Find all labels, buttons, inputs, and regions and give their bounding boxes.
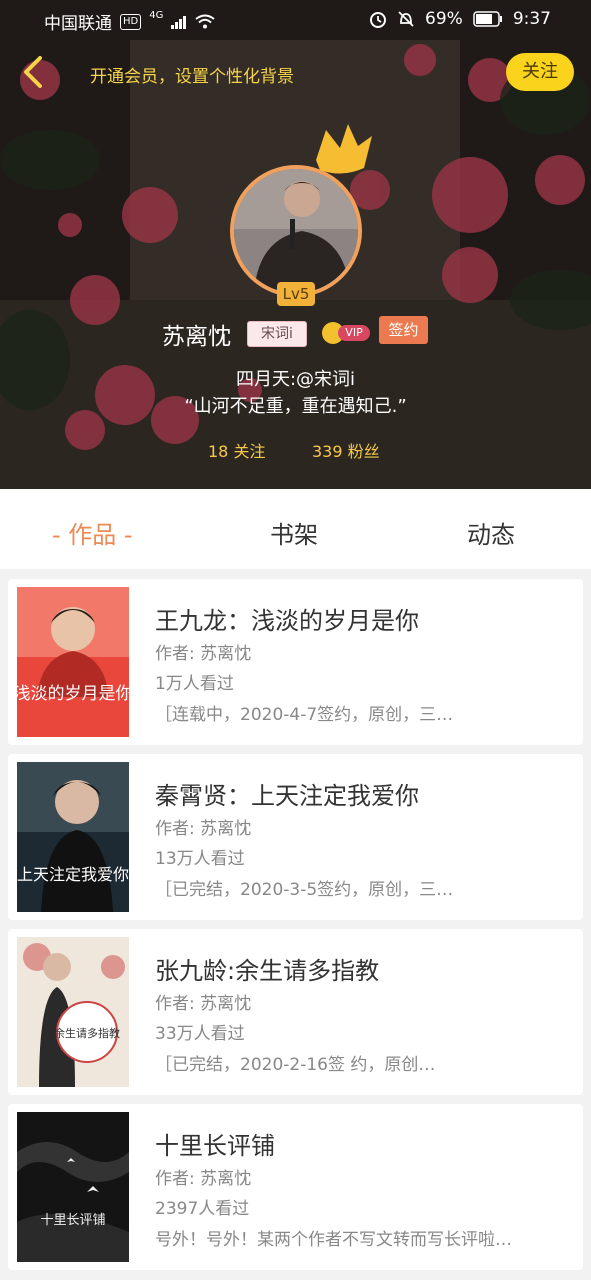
list-item[interactable]: 余生请多指教 张九龄:余生请多指教 作者: 苏离忱 33万人看过 ［已完结，20… — [8, 929, 583, 1095]
vip-background-tip[interactable]: 开通会员，设置个性化背景 — [90, 62, 294, 87]
mute-icon — [398, 11, 414, 27]
cover-title: 余生请多指教 — [54, 1026, 120, 1040]
profile-header: 中国联通 HD 4G 69% 9:37 开通会员，设置个性化背景 关注 Lv5 … — [0, 0, 591, 489]
status-bar: 中国联通 HD 4G 69% 9:37 — [0, 0, 591, 40]
tab-bookshelf[interactable]: 书架 — [270, 515, 318, 550]
follow-button[interactable]: 关注 — [506, 53, 574, 91]
cover-title: 浅淡的岁月是你 — [17, 684, 129, 704]
signed-badge: 签约 — [379, 316, 428, 344]
book-title: 王九龙：浅淡的岁月是你 — [155, 607, 419, 635]
cover-title: 十里长评铺 — [40, 1213, 105, 1228]
book-views: 2397人看过 — [155, 1199, 250, 1219]
crown-icon — [316, 124, 372, 174]
back-button[interactable] — [16, 52, 52, 92]
book-author: 作者: 苏离忱 — [155, 994, 252, 1014]
carrier-label: 中国联通 — [44, 14, 112, 34]
book-cover: 上天注定我爱你 — [17, 762, 129, 912]
book-title: 秦霄贤：上天注定我爱你 — [155, 782, 419, 810]
book-title: 十里长评铺 — [155, 1132, 275, 1160]
wifi-icon — [195, 14, 215, 29]
book-cover: 十里长评铺 — [17, 1112, 129, 1262]
battery-icon — [473, 11, 502, 27]
alarm-icon — [370, 12, 387, 28]
book-desc: 号外！号外！某两个作者不写文转而写长评啦… — [155, 1230, 512, 1250]
book-author: 作者: 苏离忱 — [155, 644, 252, 664]
user-name: 苏离忱 — [162, 324, 231, 350]
vip-badge[interactable]: VIP — [322, 322, 370, 344]
list-item[interactable]: 浅淡的岁月是你 王九龙：浅淡的岁月是你 作者: 苏离忱 1万人看过 ［连载中，2… — [8, 579, 583, 745]
book-author: 作者: 苏离忱 — [155, 819, 252, 839]
clock: 9:37 — [512, 9, 551, 29]
cover-title: 上天注定我爱你 — [17, 865, 129, 884]
book-views: 13万人看过 — [155, 849, 245, 869]
level-badge: Lv5 — [277, 282, 315, 306]
book-views: 1万人看过 — [155, 674, 234, 694]
avatar[interactable] — [230, 165, 362, 297]
fans-count[interactable]: 339 粉丝 — [312, 438, 380, 462]
avatar-image — [234, 169, 358, 293]
book-desc: ［已完结，2020-2-16签 约，原创… — [155, 1055, 436, 1075]
list-item[interactable]: 上天注定我爱你 秦霄贤：上天注定我爱你 作者: 苏离忱 13万人看过 ［已完结，… — [8, 754, 583, 920]
bio-line-2: “山河不足重，重在遇知己.” — [184, 396, 407, 417]
chevron-left-icon — [24, 56, 42, 88]
tab-bar: - 作品 - 书架 动态 — [0, 489, 591, 569]
book-cover: 浅淡的岁月是你 — [17, 587, 129, 737]
battery-percent: 69% — [425, 9, 463, 29]
tab-works[interactable]: - 作品 - — [52, 515, 133, 550]
signal-icon — [171, 15, 187, 29]
bio-line-1: 四月天:@宋词i — [235, 369, 356, 390]
book-author: 作者: 苏离忱 — [155, 1169, 252, 1189]
list-item[interactable]: 十里长评铺 十里长评铺 作者: 苏离忱 2397人看过 号外！号外！某两个作者不… — [8, 1104, 583, 1270]
book-views: 33万人看过 — [155, 1024, 245, 1044]
book-desc: ［连载中，2020-4-7签约，原创，三… — [155, 705, 454, 725]
vip-label: VIP — [338, 325, 370, 341]
hd-icon: HD — [120, 13, 142, 30]
book-title: 张九龄:余生请多指教 — [155, 957, 380, 985]
tab-activity[interactable]: 动态 — [467, 515, 515, 550]
network-label: 4G — [149, 10, 164, 21]
following-count[interactable]: 18 关注 — [208, 438, 265, 462]
book-cover: 余生请多指教 — [17, 937, 129, 1087]
book-desc: ［已完结，2020-3-5签约，原创，三… — [155, 880, 454, 900]
name-tag: 宋词i — [247, 321, 307, 347]
